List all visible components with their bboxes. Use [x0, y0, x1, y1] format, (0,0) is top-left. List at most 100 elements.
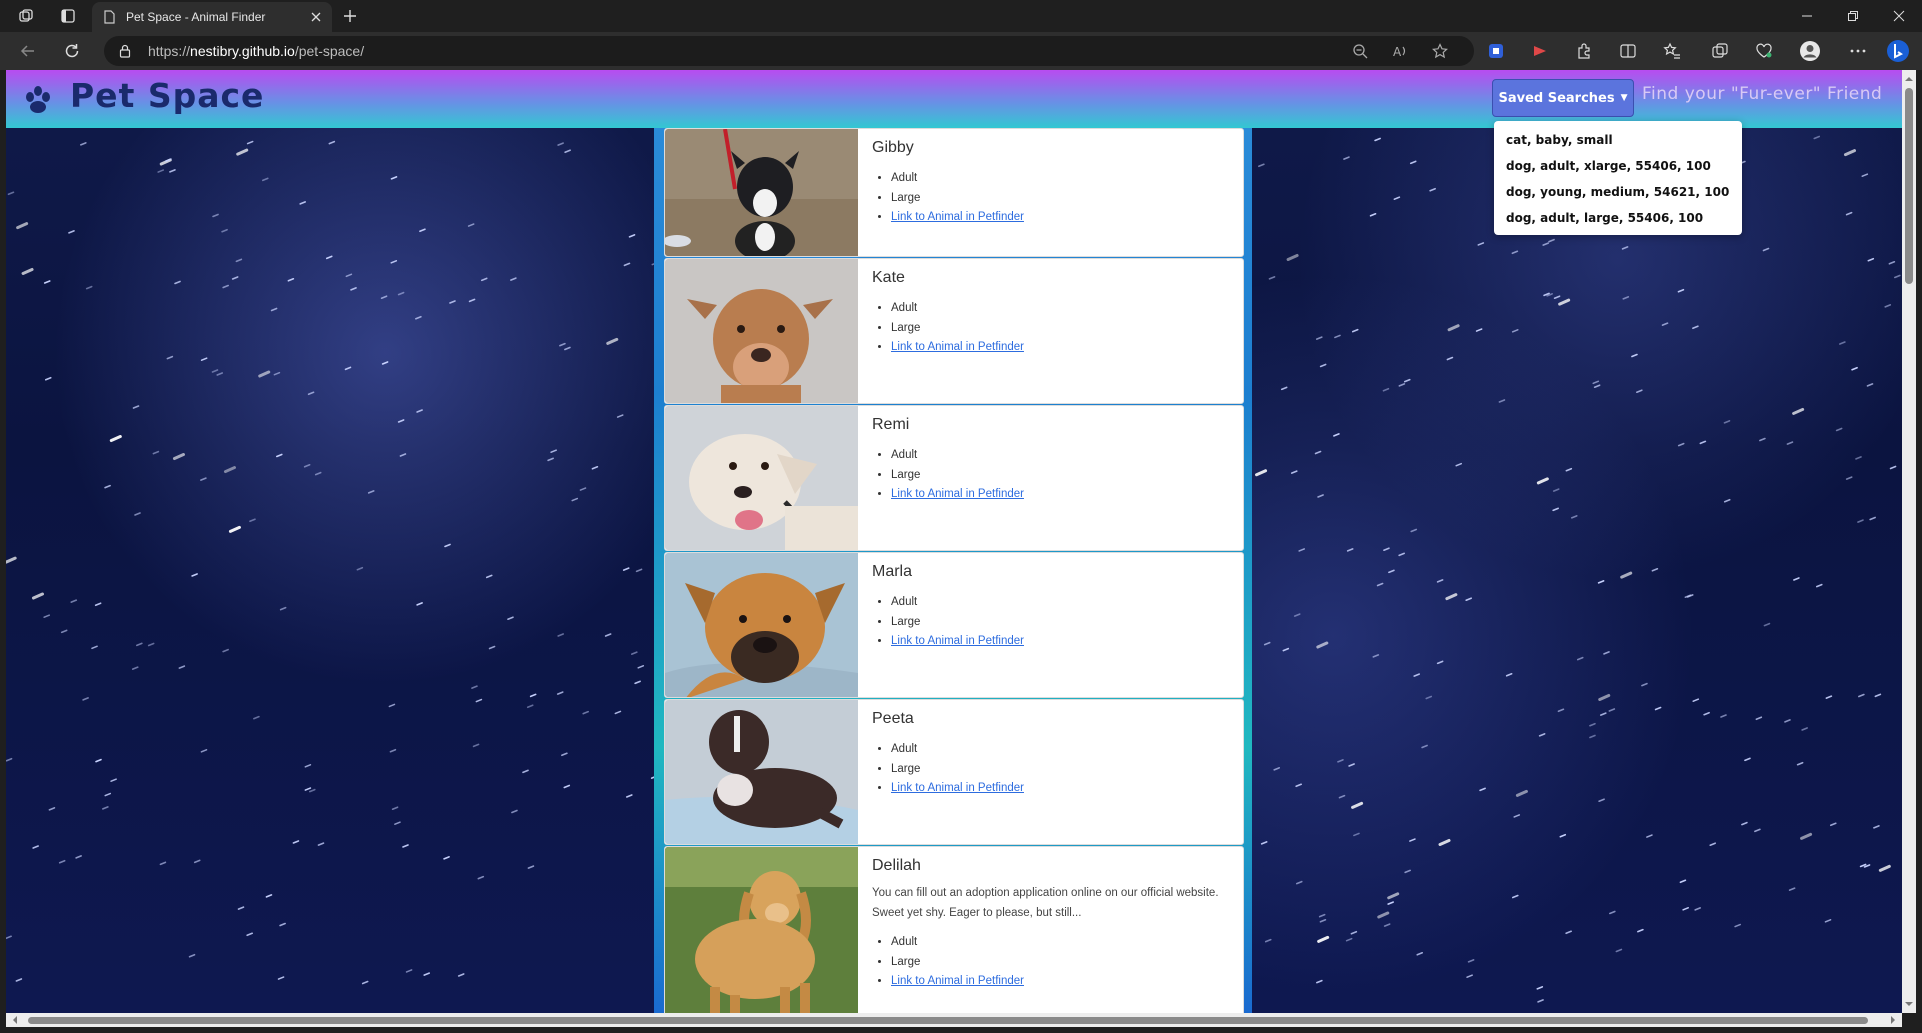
pet-photo-peeta[interactable] — [665, 700, 858, 844]
vertical-scrollbar-thumb[interactable] — [1905, 88, 1913, 284]
copilot-icon[interactable] — [1886, 39, 1910, 63]
saved-search-item[interactable]: dog, young, medium, 54621, 100 — [1494, 179, 1742, 205]
pet-photo-delilah[interactable] — [665, 847, 858, 1013]
site-navbar: Pet Space Saved Searches ▼ Find your "Fu… — [6, 70, 1902, 128]
read-aloud-icon[interactable]: A — [1390, 41, 1410, 61]
browser-titlebar: Pet Space - Animal Finder — [0, 0, 1922, 32]
pet-details-list: Adult Large Link to Animal in Petfinder — [891, 169, 1233, 228]
pet-card: Kate Adult Large Link to Animal in Petfi… — [664, 258, 1244, 404]
favorite-star-icon[interactable] — [1430, 41, 1450, 61]
tab-title: Pet Space - Animal Finder — [126, 10, 266, 24]
pet-link-item: Link to Animal in Petfinder — [891, 338, 1233, 358]
pet-link-item: Link to Animal in Petfinder — [891, 485, 1233, 505]
window-frame-bottom — [0, 1027, 1922, 1033]
page-icon — [104, 10, 115, 24]
pet-details-list: Adult Large Link to Animal in Petfinder — [891, 593, 1233, 652]
caret-down-icon: ▼ — [1620, 93, 1628, 103]
page-viewport: Gibby Adult Large Link to Animal in Petf… — [6, 70, 1902, 1013]
pet-link-item: Link to Animal in Petfinder — [891, 972, 1233, 992]
window-controls — [1784, 0, 1922, 32]
pet-name: Kate — [872, 269, 905, 286]
pet-age: Adult — [891, 169, 1233, 189]
pet-age: Adult — [891, 593, 1233, 613]
profile-avatar-icon[interactable] — [1798, 39, 1822, 63]
petfinder-link[interactable]: Link to Animal in Petfinder — [891, 635, 1024, 647]
pet-size: Large — [891, 953, 1233, 973]
horizontal-scrollbar-thumb[interactable] — [28, 1017, 1868, 1024]
pet-description: You can fill out an adoption application… — [872, 887, 1219, 919]
pet-name: Peeta — [872, 710, 914, 727]
url-text[interactable]: https://nestibry.github.io/pet-space/ — [148, 43, 364, 59]
workspaces-icon[interactable] — [14, 4, 38, 28]
pet-card-body: Kate Adult Large Link to Animal in Petfi… — [872, 269, 1233, 358]
pet-age: Adult — [891, 299, 1233, 319]
restore-icon[interactable] — [1830, 0, 1876, 32]
extensions-puzzle-icon[interactable] — [1572, 39, 1596, 63]
pet-link-item: Link to Animal in Petfinder — [891, 208, 1233, 228]
window-frame-right — [1916, 70, 1922, 1027]
pet-age: Adult — [891, 740, 1233, 760]
pet-link-item: Link to Animal in Petfinder — [891, 779, 1233, 799]
collections-icon[interactable] — [1708, 39, 1732, 63]
pet-card-body: Peeta Adult Large Link to Animal in Petf… — [872, 710, 1233, 799]
tab-actions-icon[interactable] — [56, 4, 80, 28]
vertical-scrollbar[interactable] — [1902, 70, 1916, 1013]
pet-card: Marla Adult Large Link to Animal in Petf… — [664, 552, 1244, 698]
site-brand-title[interactable]: Pet Space — [70, 76, 264, 115]
extension-video-icon[interactable] — [1528, 39, 1552, 63]
back-arrow-icon[interactable] — [16, 39, 40, 63]
browser-toolbar: https://nestibry.github.io/pet-space/ A — [0, 32, 1922, 70]
pet-size: Large — [891, 466, 1233, 486]
saved-search-item[interactable]: cat, baby, small — [1494, 127, 1742, 153]
petfinder-link[interactable]: Link to Animal in Petfinder — [891, 211, 1024, 223]
new-tab-icon[interactable] — [338, 4, 362, 28]
saved-search-item[interactable]: dog, adult, large, 55406, 100 — [1494, 205, 1742, 231]
pet-size: Large — [891, 319, 1233, 339]
saved-searches-button[interactable]: Saved Searches ▼ — [1492, 79, 1634, 117]
split-screen-icon[interactable] — [1616, 39, 1640, 63]
pet-link-item: Link to Animal in Petfinder — [891, 632, 1233, 652]
pet-name: Gibby — [872, 139, 914, 156]
pet-age: Adult — [891, 446, 1233, 466]
browser-tab-active[interactable]: Pet Space - Animal Finder — [92, 2, 332, 32]
petfinder-link[interactable]: Link to Animal in Petfinder — [891, 975, 1024, 987]
pet-photo-marla[interactable] — [665, 553, 858, 697]
close-window-icon[interactable] — [1876, 0, 1922, 32]
pet-card: Remi Adult Large Link to Animal in Petfi… — [664, 405, 1244, 551]
zoom-out-icon[interactable] — [1350, 41, 1370, 61]
pet-photo-remi[interactable] — [665, 406, 858, 550]
minimize-icon[interactable] — [1784, 0, 1830, 32]
browser-essentials-icon[interactable] — [1752, 39, 1776, 63]
pet-card-body: Marla Adult Large Link to Animal in Petf… — [872, 563, 1233, 652]
extension-shield-icon[interactable] — [1484, 39, 1508, 63]
scroll-left-arrow-icon[interactable] — [8, 1013, 22, 1027]
petfinder-link[interactable]: Link to Animal in Petfinder — [891, 488, 1024, 500]
lock-icon[interactable] — [118, 44, 132, 58]
horizontal-scrollbar[interactable] — [6, 1013, 1902, 1027]
refresh-icon[interactable] — [60, 39, 84, 63]
pet-size: Large — [891, 760, 1233, 780]
favorites-icon[interactable] — [1660, 39, 1684, 63]
saved-searches-dropdown: cat, baby, small dog, adult, xlarge, 554… — [1494, 121, 1742, 235]
petfinder-link[interactable]: Link to Animal in Petfinder — [891, 782, 1024, 794]
address-bar[interactable]: https://nestibry.github.io/pet-space/ A — [104, 36, 1474, 66]
pet-details-list: Adult Large Link to Animal in Petfinder — [891, 299, 1233, 358]
pet-name: Remi — [872, 416, 910, 433]
pet-photo-gibby[interactable] — [665, 129, 858, 256]
pet-name: Delilah — [872, 857, 921, 874]
pet-details-list: Adult Large Link to Animal in Petfinder — [891, 933, 1233, 992]
pet-size: Large — [891, 613, 1233, 633]
pet-card: Peeta Adult Large Link to Animal in Petf… — [664, 699, 1244, 845]
saved-search-item[interactable]: dog, adult, xlarge, 55406, 100 — [1494, 153, 1742, 179]
svg-text:A: A — [1393, 45, 1402, 59]
pet-details-list: Adult Large Link to Animal in Petfinder — [891, 740, 1233, 799]
close-tab-icon[interactable] — [310, 11, 322, 23]
scroll-up-arrow-icon[interactable] — [1902, 72, 1916, 86]
scroll-right-arrow-icon[interactable] — [1886, 1013, 1900, 1027]
petfinder-link[interactable]: Link to Animal in Petfinder — [891, 341, 1024, 353]
paw-print-icon — [26, 86, 50, 113]
scroll-down-arrow-icon[interactable] — [1902, 997, 1916, 1011]
more-options-icon[interactable] — [1846, 39, 1870, 63]
pet-card-body: Gibby Adult Large Link to Animal in Petf… — [872, 139, 1233, 228]
pet-photo-kate[interactable] — [665, 259, 858, 403]
